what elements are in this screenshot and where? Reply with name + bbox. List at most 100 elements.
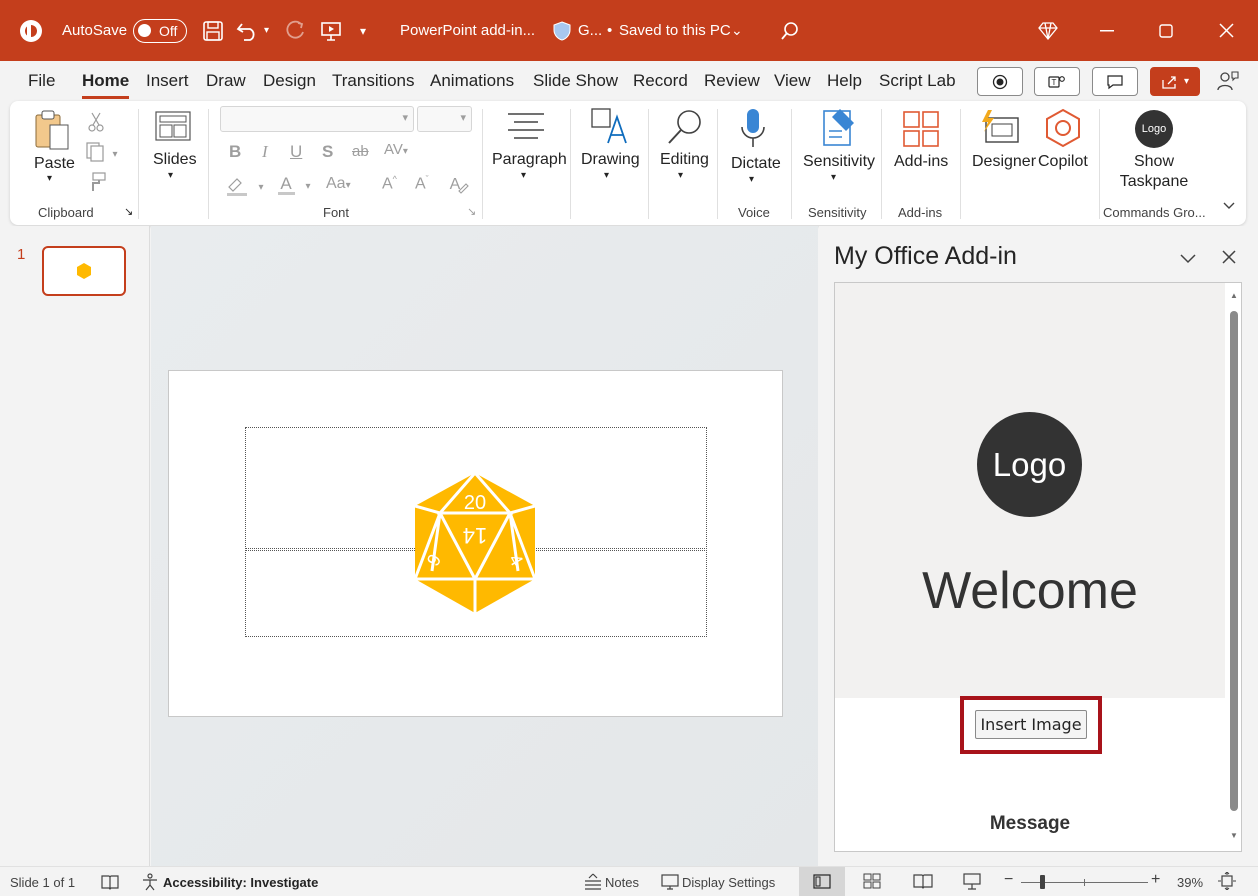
zoom-out-icon[interactable]: − [1004,871,1013,889]
editing-button[interactable]: Editing [660,151,709,169]
insert-image-button[interactable]: Insert Image [975,710,1087,739]
designer-icon[interactable] [980,108,1022,151]
teams-button[interactable]: T [1034,67,1080,96]
scroll-down-icon[interactable]: ▼ [1230,831,1238,840]
present-icon[interactable] [320,0,342,61]
drawing-icon[interactable] [590,107,630,152]
tab-animations[interactable]: Animations [430,71,514,91]
save-status[interactable]: Saved to this PC [619,0,731,61]
paragraph-icon[interactable] [506,110,546,149]
slide-thumbnail[interactable] [42,246,126,296]
format-painter-icon[interactable] [87,171,107,198]
font-size-dropdown[interactable]: ▾ [417,106,472,132]
font-launcher-icon[interactable]: ↘ [467,205,476,218]
tab-insert[interactable]: Insert [146,71,189,91]
close-window-icon[interactable] [1219,0,1234,61]
sensitivity-button[interactable]: Sensitivity [803,153,875,171]
show-taskpane-logo[interactable]: Logo [1135,110,1173,148]
highlight-icon[interactable]: ▾ [225,175,267,202]
copilot-icon[interactable] [1043,108,1083,153]
normal-view-button[interactable] [799,867,845,896]
accessibility-icon[interactable] [141,873,159,894]
scroll-up-icon[interactable]: ▲ [1230,291,1238,300]
paste-icon[interactable] [32,109,72,158]
slide[interactable]: 20 14 9 4 [168,370,783,717]
editing-search-icon[interactable] [665,107,705,152]
notes-icon[interactable] [583,873,603,894]
decrease-font-icon[interactable]: Aˇ [415,174,429,193]
undo-dropdown-icon[interactable]: ▾ [264,0,269,61]
italic-icon[interactable]: I [262,142,268,162]
font-name-dropdown[interactable]: ▾ [220,106,414,132]
spelling-icon[interactable] [100,873,120,894]
taskpane-options-icon[interactable] [1180,251,1196,269]
sensitivity-dropdown-icon[interactable]: ▾ [831,172,836,183]
increase-font-icon[interactable]: A^ [382,174,397,193]
diamond-icon[interactable] [1038,0,1058,61]
show-label[interactable]: Show [1118,153,1190,171]
paragraph-button[interactable]: Paragraph [492,151,567,169]
tab-draw[interactable]: Draw [206,71,246,91]
minimize-icon[interactable] [1100,0,1114,61]
underline-icon[interactable]: U [290,142,302,162]
paste-dropdown-icon[interactable]: ▾ [47,173,52,184]
addins-button[interactable]: Add-ins [894,153,948,171]
slides-button[interactable]: Slides [153,151,197,169]
tab-help[interactable]: Help [827,71,862,91]
notes-button[interactable]: Notes [605,875,639,890]
slideshow-icon[interactable] [962,872,982,893]
tab-record[interactable]: Record [633,71,688,91]
tab-review[interactable]: Review [704,71,760,91]
designer-button[interactable]: Designer [972,153,1036,171]
collapse-ribbon-icon[interactable] [1222,198,1236,216]
drawing-button[interactable]: Drawing [581,151,640,169]
tab-slide-show[interactable]: Slide Show [533,71,618,91]
scrollbar-thumb[interactable] [1230,311,1238,811]
clipboard-launcher-icon[interactable]: ↘ [124,205,133,218]
character-spacing-icon[interactable]: AV▾ [384,141,408,158]
strikethrough-icon[interactable]: ab [352,143,369,160]
dictate-button[interactable]: Dictate [731,155,781,173]
bold-icon[interactable]: B [229,142,241,162]
record-button[interactable] [977,67,1023,96]
sensitivity-icon[interactable] [818,107,858,154]
comments-button[interactable] [1092,67,1138,96]
chevron-down-icon[interactable]: ⌄ [731,0,743,61]
d20-image[interactable]: 20 14 9 4 [410,471,540,616]
coauthor-icon[interactable] [1216,70,1240,97]
search-icon[interactable] [780,0,800,61]
addins-icon[interactable] [902,110,940,153]
taskpane-scrollbar[interactable]: ▲ ▼ [1226,283,1241,851]
display-settings-button[interactable]: Display Settings [682,875,775,890]
zoom-level[interactable]: 39% [1177,875,1203,890]
tab-script-lab[interactable]: Script Lab [879,71,956,91]
tab-design[interactable]: Design [263,71,316,91]
fit-to-window-icon[interactable] [1218,871,1236,893]
display-settings-icon[interactable] [661,873,679,894]
undo-icon[interactable] [236,0,260,61]
copilot-button[interactable]: Copilot [1038,153,1088,171]
copy-icon[interactable]: ▾ [85,141,119,168]
customize-toolbar-icon[interactable]: ▾ [360,0,366,61]
redo-icon[interactable] [284,0,306,61]
tab-file[interactable]: File [28,71,55,91]
microphone-icon[interactable] [738,107,768,154]
reading-view-icon[interactable] [913,873,933,892]
slides-icon[interactable] [154,110,192,149]
clear-formatting-icon[interactable]: A [447,173,469,200]
taskpane-label[interactable]: Taskpane [1118,173,1190,191]
dictate-dropdown-icon[interactable]: ▾ [749,174,754,185]
font-color-icon[interactable]: A ▾ [278,173,316,202]
slide-sorter-icon[interactable] [863,873,881,892]
share-button[interactable]: ▾ [1150,67,1200,96]
maximize-icon[interactable] [1159,0,1173,61]
tab-home[interactable]: Home [82,71,130,99]
tab-view[interactable]: View [774,71,811,91]
drawing-dropdown-icon[interactable]: ▾ [604,170,609,181]
taskpane-close-icon[interactable] [1222,250,1236,269]
document-title[interactable]: PowerPoint add-in... [400,0,535,61]
editing-dropdown-icon[interactable]: ▾ [678,170,683,181]
autosave-toggle[interactable]: Off [133,18,187,43]
save-icon[interactable] [202,0,224,61]
paste-button[interactable]: Paste [34,155,75,173]
